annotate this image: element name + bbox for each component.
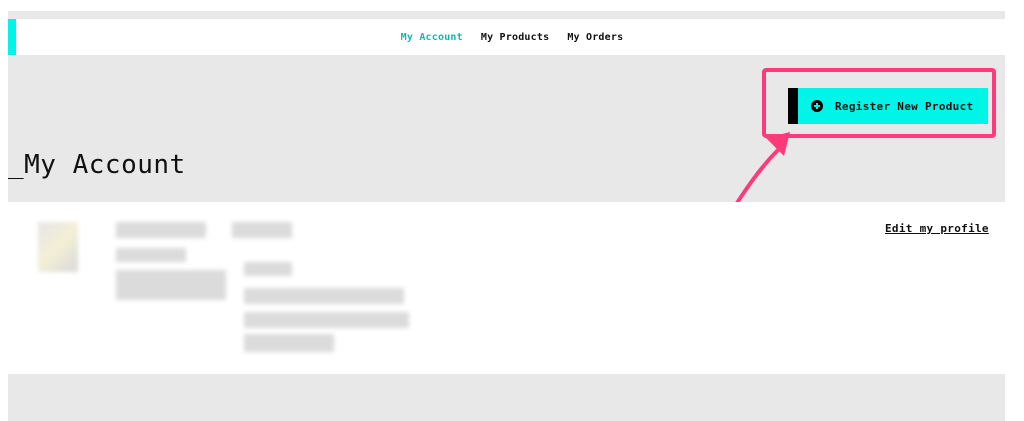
redacted-block	[232, 222, 292, 238]
edit-profile-link[interactable]: Edit my profile	[885, 222, 989, 235]
redacted-block	[244, 312, 409, 328]
nav-item-my-orders[interactable]: My Orders	[567, 32, 623, 43]
register-new-product-button[interactable]: Register New Product	[788, 88, 988, 124]
avatar	[38, 222, 78, 272]
plus-circle-icon	[811, 100, 823, 112]
redacted-block	[116, 222, 206, 238]
redacted-block	[244, 334, 334, 352]
main-nav: My Account My Products My Orders	[0, 19, 1024, 55]
button-accent-bar	[788, 88, 798, 124]
register-button-label: Register New Product	[835, 99, 974, 113]
redacted-block	[116, 248, 186, 262]
redacted-block	[244, 288, 404, 304]
nav-item-my-products[interactable]: My Products	[481, 32, 549, 43]
page-title: _My Account	[8, 150, 186, 180]
redacted-block	[116, 270, 226, 300]
nav-item-my-account[interactable]: My Account	[401, 32, 463, 43]
redacted-block	[244, 262, 292, 276]
